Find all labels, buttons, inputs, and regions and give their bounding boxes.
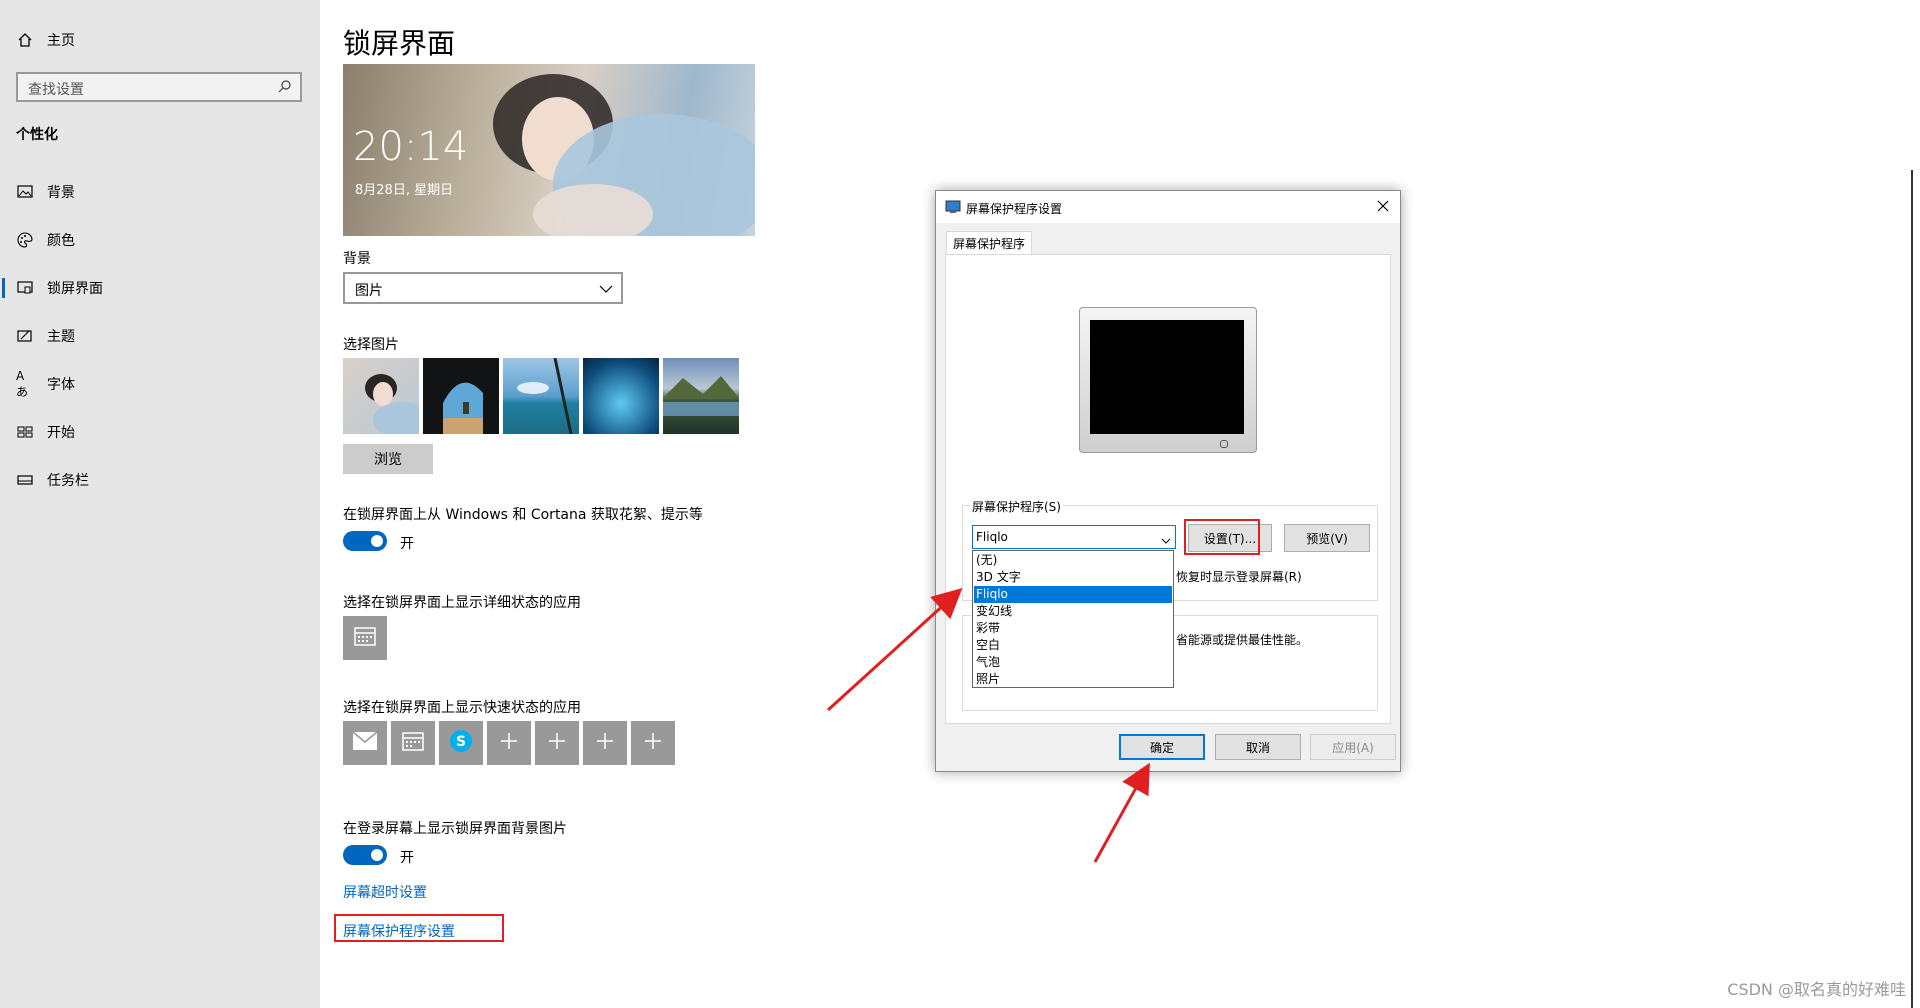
watermark: CSDN @取名真的好难哇 xyxy=(1727,980,1906,999)
annotation-arrow xyxy=(826,587,963,712)
scrollbar-track[interactable] xyxy=(1911,170,1913,1008)
annotation-arrows xyxy=(826,587,1150,863)
annotation-arrow xyxy=(1093,762,1150,863)
